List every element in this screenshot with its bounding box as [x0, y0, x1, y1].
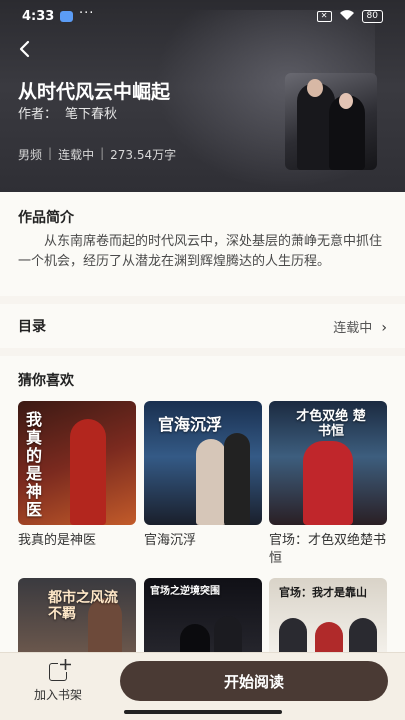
meta-divider: | [48, 146, 53, 160]
book-title: 从时代风云中崛起 [18, 81, 171, 103]
book-card-title: 我真的是神医 [18, 533, 97, 548]
book-card-cover: 才色双绝 楚书恒 [269, 401, 387, 525]
book-card[interactable]: 官海沉浮 官海沉浮 [144, 401, 262, 550]
add-to-shelf-label: 加入书架 [33, 688, 82, 702]
book-card[interactable]: 我真的是神医 我真的是神医 [18, 401, 136, 550]
cover-figure [196, 439, 226, 525]
author-name: 笔下春秋 [65, 107, 118, 122]
add-to-shelf-button[interactable]: 加入书架 [22, 657, 94, 703]
book-card-title: 官海沉浮 [144, 533, 197, 548]
status-time: 4:33 [22, 9, 55, 24]
book-card-cover-title: 我真的是神医 [26, 410, 43, 519]
toc-row[interactable]: 目录 连载中 › [0, 304, 405, 348]
book-status: 连载中 [58, 148, 95, 162]
sim-icon: ✕ [316, 11, 332, 22]
start-reading-button[interactable]: 开始阅读 [120, 661, 388, 701]
status-bar: 4:33 ··· ✕ 80 [0, 0, 405, 34]
book-word-count: 273.54万字 [110, 148, 177, 162]
chevron-left-icon [19, 40, 30, 58]
cover-figure [339, 93, 353, 109]
cover-figure [224, 433, 250, 525]
book-category: 男频 [18, 148, 43, 162]
book-meta: 男频 | 连载中 | 273.54万字 [18, 146, 176, 163]
book-card-cover-title: 才色双绝 楚书恒 [296, 409, 366, 439]
message-icon [60, 11, 73, 22]
recommendations-heading: 猜你喜欢 [18, 373, 74, 389]
book-card-cover-title: 官场之逆境突围 [150, 586, 220, 597]
chevron-right-icon: › [381, 319, 387, 336]
book-card-cover-title: 都市之风流不羁 [48, 590, 118, 622]
bookshelf-add-icon [49, 657, 73, 681]
book-card[interactable]: 才色双绝 楚书恒 官场：才色双绝楚书恒 [269, 401, 387, 568]
toc-status: 连载中 [333, 320, 373, 336]
cover-figure [70, 419, 106, 525]
book-card-title: 官场：才色双绝楚书恒 [269, 533, 387, 566]
intro-heading: 作品简介 [18, 210, 74, 226]
toc-label: 目录 [18, 319, 46, 335]
intro-text: 从东南席卷而起的时代风云中，深处基层的萧峥无意中抓住一个机会，经历了从潜龙在渊到… [18, 234, 383, 269]
meta-divider: | [100, 146, 105, 160]
book-card-cover: 官海沉浮 [144, 401, 262, 525]
book-card-cover-title: 官海沉浮 [158, 415, 223, 434]
cover-figure [303, 441, 353, 525]
author-label: 作者： [18, 107, 58, 122]
battery-icon: 80 [361, 10, 383, 23]
book-card-cover: 我真的是神医 [18, 401, 136, 525]
book-author: 作者： 笔下春秋 [18, 103, 117, 122]
intro-section: 作品简介 从东南席卷而起的时代风云中，深处基层的萧峥无意中抓住一个机会，经历了从… [0, 192, 405, 296]
book-cover [285, 73, 377, 170]
wifi-icon [339, 9, 355, 24]
book-card-cover-title: 官场：我才是靠山 [279, 586, 367, 599]
more-notifications-icon: ··· [79, 6, 95, 21]
back-button[interactable] [14, 38, 36, 60]
recommendations-section: 猜你喜欢 我真的是神医 我真的是神医 官海沉浮 官海沉浮 才色双绝 楚书恒 官场… [0, 356, 405, 702]
home-indicator [124, 710, 282, 714]
cover-figure [307, 79, 323, 97]
